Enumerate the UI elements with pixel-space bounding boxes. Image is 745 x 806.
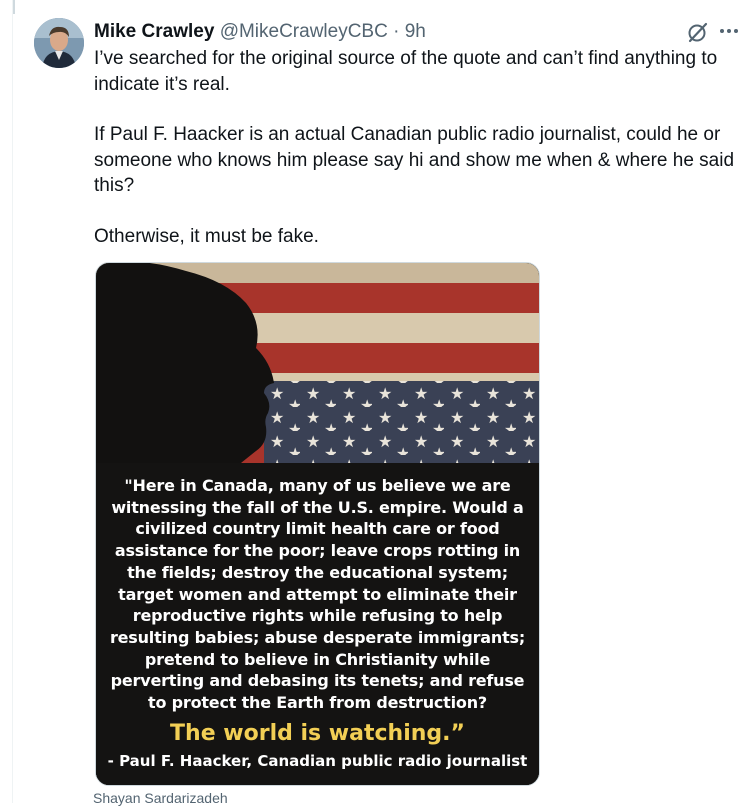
quote-overlay: "Here in Canada, many of us believe we a… — [96, 475, 539, 770]
avatar[interactable] — [34, 18, 84, 68]
thread-border — [12, 0, 13, 803]
timestamp[interactable]: 9h — [405, 21, 426, 42]
tweet-header: Mike Crawley @MikeCrawleyCBC · 9h — [94, 20, 426, 44]
image-credit: Shayan Sardarizadeh — [93, 790, 228, 806]
author-handle[interactable]: @MikeCrawleyCBC — [220, 21, 388, 42]
tweet-paragraph-3: Otherwise, it must be fake. — [94, 225, 319, 247]
more-options-icon[interactable] — [716, 20, 742, 42]
separator-dot: · — [393, 21, 400, 42]
thread-connector-line — [13, 0, 15, 14]
tweet-paragraph-1: I’ve searched for the original source of… — [94, 48, 718, 95]
tweet-paragraph-2: If Paul F. Haacker is an actual Canadian… — [94, 124, 735, 196]
quote-tagline: The world is watching.” — [170, 720, 465, 746]
quote-attribution: - Paul F. Haacker, Canadian public radio… — [107, 751, 528, 770]
author-name[interactable]: Mike Crawley — [94, 21, 214, 42]
quote-text: "Here in Canada, many of us believe we a… — [109, 476, 526, 713]
grok-icon[interactable] — [687, 21, 709, 43]
tweet-text: I’ve searched for the original source of… — [94, 46, 739, 274]
tweet-image[interactable]: ★ ★ "Here in Canada, many of us believe … — [95, 262, 540, 786]
